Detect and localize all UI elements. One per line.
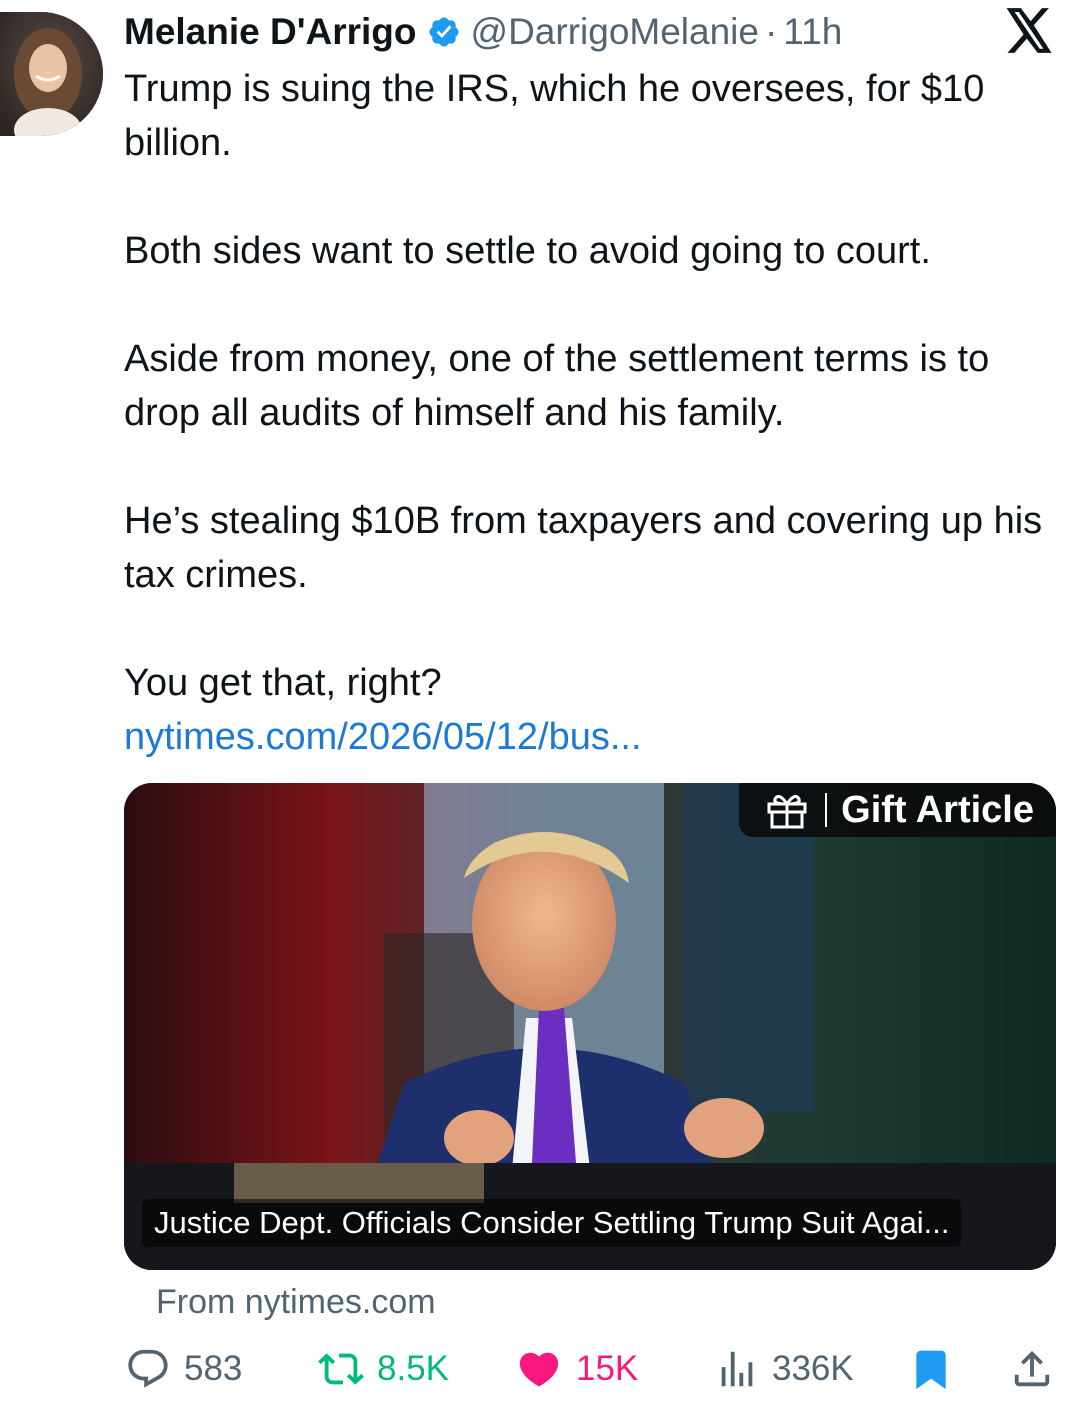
repost-count: 8.5K	[377, 1349, 449, 1388]
tweet-paragraph: Trump is suing the IRS, which he oversee…	[124, 68, 985, 164]
tweet-paragraph: You get that, right?	[124, 662, 442, 704]
views-icon	[721, 1351, 753, 1387]
reply-count: 583	[184, 1349, 243, 1388]
like-count: 15K	[576, 1349, 639, 1388]
timestamp[interactable]: 11h	[783, 11, 842, 53]
gift-icon	[767, 794, 807, 829]
article-link[interactable]: nytimes.com/2026/05/12/bus...	[124, 710, 1054, 764]
bookmark-button[interactable]	[909, 1344, 953, 1394]
gift-article-label: Gift Article	[841, 788, 1034, 831]
verified-badge-icon	[428, 17, 459, 47]
link-card[interactable]: Gift Article Justice Dept. Officials Con…	[124, 783, 1056, 1270]
card-source[interactable]: From nytimes.com	[156, 1283, 436, 1322]
views-button[interactable]: 336K	[714, 1344, 854, 1394]
bookmark-icon	[916, 1350, 946, 1390]
tweet-paragraph: Aside from money, one of the settlement …	[124, 338, 990, 434]
display-name[interactable]: Melanie D'Arrigo	[124, 11, 417, 53]
like-button[interactable]: 15K	[514, 1344, 638, 1394]
reply-button[interactable]: 583	[124, 1344, 242, 1394]
gift-article-button[interactable]: Gift Article	[739, 783, 1056, 837]
x-logo-icon	[1006, 8, 1052, 53]
share-button[interactable]	[1009, 1344, 1055, 1394]
repost-icon	[318, 1353, 364, 1385]
badge-divider	[825, 793, 828, 827]
repost-button[interactable]: 8.5K	[317, 1344, 449, 1394]
tweet-text: Trump is suing the IRS, which he oversee…	[124, 62, 1054, 764]
article-headline: Justice Dept. Officials Consider Settlin…	[142, 1199, 962, 1247]
separator-dot: ·	[764, 11, 778, 52]
share-icon	[1014, 1350, 1050, 1387]
action-bar: 583 8.5K 15K 336K	[124, 1344, 1056, 1394]
views-count: 336K	[772, 1349, 854, 1388]
tweet-paragraph: Both sides want to settle to avoid going…	[124, 230, 931, 272]
article-image	[124, 783, 1056, 1270]
tweet-paragraph: He’s stealing $10B from taxpayers and co…	[124, 500, 1043, 596]
tweet-header: Melanie D'Arrigo @DarrigoMelanie · 11h	[124, 8, 842, 56]
heart-icon	[519, 1352, 559, 1387]
author-handle[interactable]: @DarrigoMelanie	[471, 11, 759, 53]
avatar[interactable]	[0, 12, 103, 136]
reply-icon	[128, 1349, 168, 1388]
